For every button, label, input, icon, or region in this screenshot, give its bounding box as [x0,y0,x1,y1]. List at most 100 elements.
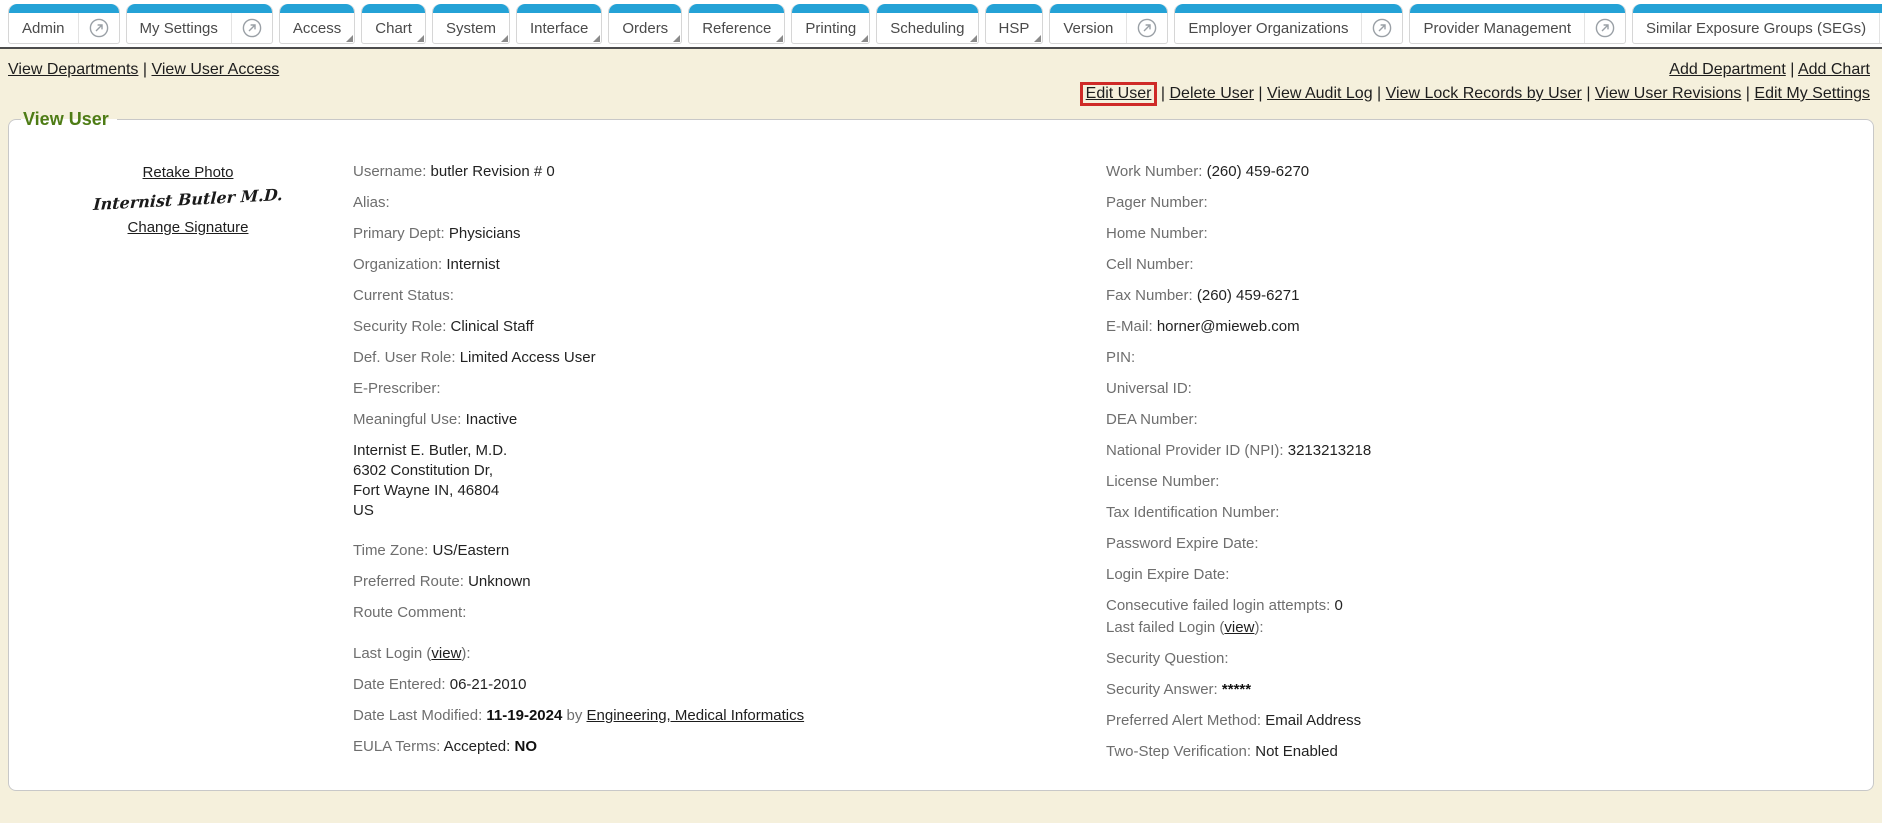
tab-scheduling[interactable]: Scheduling [876,4,978,44]
view-lock-records-by-user-link[interactable]: View Lock Records by User [1386,85,1582,102]
delete-user-link[interactable]: Delete User [1170,85,1254,102]
tab-similar-exposure-groups-segs[interactable]: Similar Exposure Groups (SEGs) [1632,4,1882,44]
tab-label: Provider Management [1410,4,1584,43]
field-row: Pager Number: [1106,193,1859,212]
field-row: Username: butler Revision # 0 [353,162,1106,181]
field-value: Physicians [449,225,521,242]
field-label: Universal ID: [1106,380,1192,397]
tab-label: Employer Organizations [1175,4,1361,43]
field-row: Security Question: [1106,649,1859,668]
retake-photo-link[interactable]: Retake Photo [143,164,234,181]
field-row: Two-Step Verification: Not Enabled [1106,742,1859,761]
field-row: Tax Identification Number: [1106,503,1859,522]
user-fields-left-column: Username: butler Revision # 0Alias:Prima… [353,162,1106,773]
add-department-link[interactable]: Add Department [1669,61,1786,78]
tab-employer-organizations[interactable]: Employer Organizations [1174,4,1403,44]
tab-label: Printing [792,4,869,43]
page-title: View User [21,109,117,130]
field-label: Preferred Route: [353,573,468,590]
tab-access[interactable]: Access [279,4,355,44]
tab-interface[interactable]: Interface [516,4,602,44]
field-row: Login Expire Date: [1106,565,1859,584]
field-label: Primary Dept: [353,225,449,242]
view-user-access-link[interactable]: View User Access [151,61,279,78]
view-link[interactable]: view [431,645,461,662]
field-row: Primary Dept: Physicians [353,224,1106,243]
field-label: PIN: [1106,349,1135,366]
field-value: Internist [446,256,499,273]
view-audit-log-link[interactable]: View Audit Log [1267,85,1373,102]
field-label: Last Login ( [353,645,431,662]
address-line: Fort Wayne IN, 46804 [353,481,1106,501]
field-value: horner@mieweb.com [1157,318,1300,335]
external-link-icon[interactable] [1584,4,1625,43]
view-departments-link[interactable]: View Departments [8,61,138,78]
tab-system[interactable]: System [432,4,510,44]
field-value: Not Enabled [1255,743,1338,760]
highlight-box: Edit User [1080,82,1158,106]
tab-label: Reference [689,4,784,43]
field-label: Organization: [353,256,446,273]
field-row: Last failed Login (view): [1106,618,1859,637]
tab-admin[interactable]: Admin [8,4,120,44]
field-label: Meaningful Use: [353,411,466,428]
field-row: Home Number: [1106,224,1859,243]
field-group: Work Number: (260) 459-6270Pager Number:… [1106,162,1859,429]
field-label: Username: [353,163,431,180]
field-value: (260) 459-6271 [1197,287,1300,304]
external-link-icon[interactable] [1126,4,1167,43]
tab-chart[interactable]: Chart [361,4,426,44]
tab-my-settings[interactable]: My Settings [126,4,273,44]
tab-version[interactable]: Version [1049,4,1168,44]
tab-printing[interactable]: Printing [791,4,870,44]
address-line: Internist E. Butler, M.D. [353,441,1106,461]
field-value: Clinical Staff [451,318,534,335]
field-row: Preferred Alert Method: Email Address [1106,711,1859,730]
field-label: Cell Number: [1106,256,1194,273]
field-label: Def. User Role: [353,349,460,366]
view-link[interactable]: view [1224,619,1254,636]
field-group: Last Login (view):Date Entered: 06-21-20… [353,644,1106,756]
field-bold: ***** [1222,681,1251,698]
field-label: DEA Number: [1106,411,1198,428]
field-label: Pager Number: [1106,194,1208,211]
tab-label: Scheduling [877,4,977,43]
tab-reference[interactable]: Reference [688,4,785,44]
engineering-medical-informatics-link[interactable]: Engineering, Medical Informatics [587,707,805,724]
toolbar-right-bottom-links: Edit User | Delete User | View Audit Log… [1081,85,1870,103]
edit-my-settings-link[interactable]: Edit My Settings [1754,85,1870,102]
tab-orders[interactable]: Orders [608,4,682,44]
tab-provider-management[interactable]: Provider Management [1409,4,1626,44]
field-label: Fax Number: [1106,287,1197,304]
field-row: EULA Terms: Accepted: NO [353,737,1106,756]
tab-label: My Settings [127,4,231,43]
field-label: National Provider ID (NPI): [1106,442,1288,459]
field-label: ): [1254,619,1263,636]
external-link-icon[interactable] [78,4,119,43]
tab-label: System [433,4,509,43]
field-label: EULA Terms: [353,738,444,755]
change-signature-link[interactable]: Change Signature [128,219,249,236]
external-link-icon[interactable] [1361,4,1402,43]
field-row: Current Status: [353,286,1106,305]
add-chart-link[interactable]: Add Chart [1798,61,1870,78]
field-label: Password Expire Date: [1106,535,1259,552]
tab-label: HSP [986,4,1043,43]
address-block: Internist E. Butler, M.D.6302 Constituti… [353,441,1106,521]
tab-hsp[interactable]: HSP [985,4,1044,44]
toolbar-left-links: View Departments | View User Access [8,61,279,79]
field-label: Tax Identification Number: [1106,504,1279,521]
field-label: Two-Step Verification: [1106,743,1255,760]
edit-user-link[interactable]: Edit User [1086,85,1152,102]
field-label: Home Number: [1106,225,1208,242]
tab-bar: AdminMy Settings AccessChartSystemInterfa… [0,0,1882,49]
view-user-revisions-link[interactable]: View User Revisions [1595,85,1741,102]
field-group: Internist E. Butler, M.D.6302 Constituti… [353,441,1106,521]
address-line: 6302 Constitution Dr, [353,461,1106,481]
external-link-icon[interactable] [231,4,272,43]
tab-label: Orders [609,4,681,43]
signature-image: Internist Butler M.D. [23,181,354,217]
field-value: (260) 459-6270 [1207,163,1310,180]
field-row: Last Login (view): [353,644,1106,663]
toolbar: View Departments | View User Access Add … [0,49,1882,107]
